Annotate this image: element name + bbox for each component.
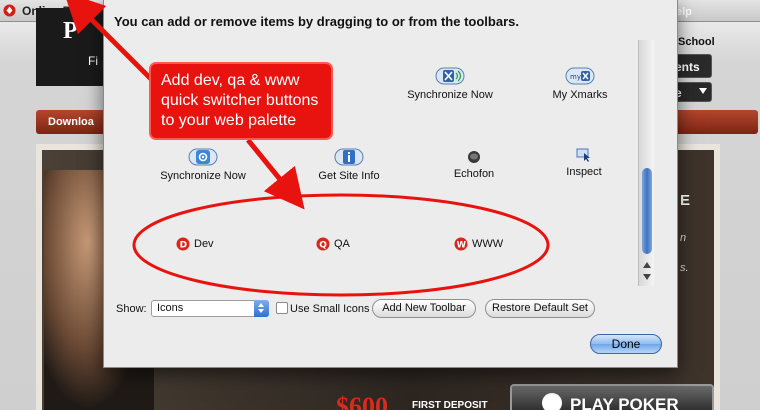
show-label: Show:: [116, 303, 147, 315]
nav-help-link[interactable]: elp: [676, 6, 692, 18]
callout-line: quick switcher buttons: [161, 92, 319, 109]
done-button[interactable]: Done: [590, 334, 662, 354]
palette-item-label: Get Site Info: [318, 170, 380, 182]
palette-item-xmarks-sync[interactable]: Synchronize Now: [400, 67, 500, 101]
scroll-down-arrow-icon[interactable]: [643, 274, 651, 280]
svg-text:D: D: [180, 241, 187, 251]
palette-item-label: Synchronize Now: [160, 170, 246, 182]
pokerstars-spade-icon: [3, 4, 16, 17]
palette-item-label: My Xmarks: [552, 89, 608, 101]
hero-text-fragment-2: s.: [680, 262, 689, 274]
palette-item-my-xmarks[interactable]: my My Xmarks: [544, 67, 616, 101]
palette-item-label: Synchronize Now: [407, 89, 493, 101]
callout-line: Add dev, qa & www: [161, 72, 300, 89]
use-small-icons-label[interactable]: Use Small Icons: [290, 303, 369, 315]
scroll-up-arrow-icon[interactable]: [643, 262, 651, 268]
hero-text-fragment-1: n: [680, 232, 687, 244]
svg-text:W: W: [457, 241, 467, 251]
play-poker-label: PLAY POKER: [570, 395, 679, 410]
palette-item-synchronize[interactable]: Synchronize Now: [153, 148, 253, 182]
play-poker-button[interactable]: PLAY POKER: [510, 384, 714, 410]
dev-switcher-icon: D: [176, 237, 190, 251]
palette-item-qa[interactable]: Q QA: [316, 237, 376, 251]
palette-item-label: Inspect: [566, 166, 602, 178]
hero-heading-fragment: E: [680, 192, 691, 209]
my-xmarks-icon: my: [565, 67, 595, 85]
annotation-callout: Add dev, qa & www quick switcher buttons…: [149, 62, 333, 140]
select-stepper-icon: [254, 300, 269, 317]
site-logo[interactable]: P Fi: [36, 8, 111, 86]
palette-item-label: QA: [334, 238, 350, 250]
logo-letter: P: [63, 18, 78, 44]
palette-item-get-site-info[interactable]: Get Site Info: [307, 148, 391, 182]
download-icon: [542, 393, 562, 410]
show-select[interactable]: Icons: [151, 300, 269, 317]
palette-item-www[interactable]: W WWW: [454, 237, 514, 251]
sync-gear-icon: [188, 148, 218, 166]
palette-item-dev[interactable]: D Dev: [176, 237, 236, 251]
show-select-value: Icons: [157, 302, 184, 314]
deposit-amount: $600: [336, 392, 388, 410]
scrollbar-thumb[interactable]: [642, 168, 652, 254]
svg-text:Q: Q: [319, 241, 327, 251]
use-small-icons-checkbox[interactable]: [276, 302, 288, 314]
inspect-cursor-icon: [576, 148, 590, 162]
svg-text:my: my: [570, 73, 581, 81]
echofon-icon: [468, 151, 480, 163]
site-info-icon: [334, 148, 364, 166]
nav-download-link[interactable]: Downloa: [48, 116, 94, 128]
school-link[interactable]: School: [678, 36, 715, 48]
sheet-title: You can add or remove items by dragging …: [114, 14, 519, 29]
palette-item-label: WWW: [472, 238, 504, 250]
palette-item-inspect[interactable]: Inspect: [556, 148, 612, 178]
restore-default-set-button[interactable]: Restore Default Set: [485, 299, 595, 318]
palette-item-echofon[interactable]: Echofon: [444, 150, 504, 180]
xmarks-sync-icon: [435, 67, 465, 85]
palette-item-label: Echofon: [453, 168, 495, 180]
deposit-label: FIRST DEPOSIT: [412, 400, 488, 410]
chevron-down-icon: [699, 88, 707, 94]
www-switcher-icon: W: [454, 237, 468, 251]
add-new-toolbar-button[interactable]: Add New Toolbar: [372, 299, 476, 318]
callout-line: to your web palette: [161, 112, 297, 129]
palette-item-label: Dev: [194, 238, 214, 250]
logo-subtext: Fi: [88, 54, 98, 68]
qa-switcher-icon: Q: [316, 237, 330, 251]
palette-scrollbar[interactable]: [638, 40, 654, 286]
